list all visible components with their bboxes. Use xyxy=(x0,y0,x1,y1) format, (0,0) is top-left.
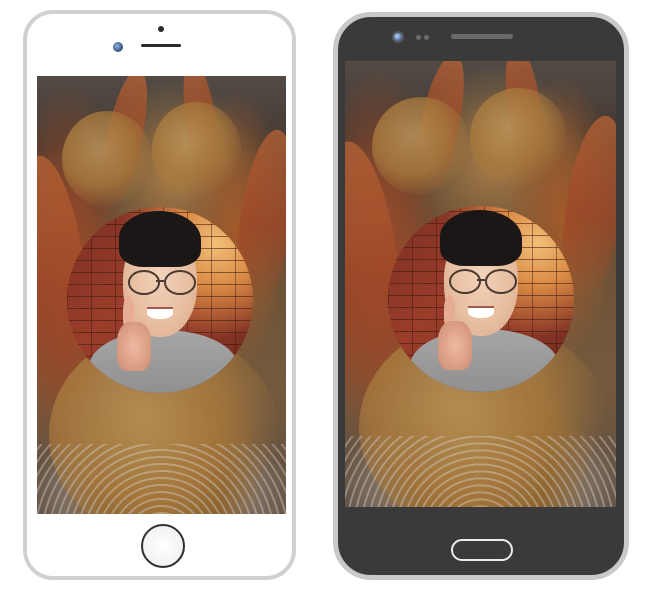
device-mockup-stage xyxy=(0,0,660,595)
home-button[interactable] xyxy=(141,524,185,568)
iphone-screen xyxy=(37,76,286,514)
profile-avatar[interactable] xyxy=(67,207,253,393)
profile-avatar[interactable] xyxy=(388,206,574,392)
sensor-dot xyxy=(424,35,429,40)
android-mockup xyxy=(333,12,629,580)
earpiece-speaker xyxy=(141,44,181,47)
front-camera-icon xyxy=(392,31,404,43)
proximity-sensor xyxy=(158,26,164,32)
earpiece-speaker xyxy=(451,34,513,39)
home-button[interactable] xyxy=(451,539,513,561)
android-screen xyxy=(345,61,616,507)
front-camera-icon xyxy=(113,42,123,52)
iphone-mockup xyxy=(23,10,296,580)
sensor-dot xyxy=(416,35,421,40)
